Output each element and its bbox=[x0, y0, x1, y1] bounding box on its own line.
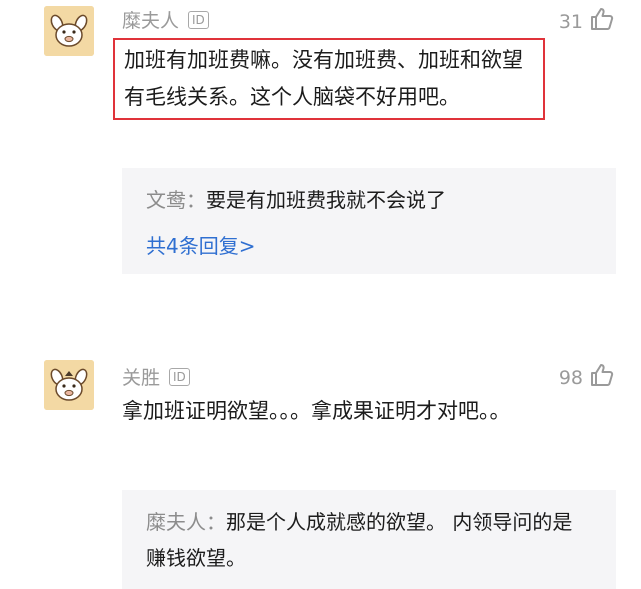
like-count: 31 bbox=[558, 10, 583, 33]
username-label: 糜夫人 bbox=[122, 10, 180, 32]
dog-face-avatar-icon bbox=[44, 6, 94, 56]
avatar[interactable] bbox=[44, 6, 94, 56]
dog-face-avatar-icon bbox=[44, 360, 94, 410]
like-button[interactable]: 98 bbox=[559, 362, 615, 393]
username[interactable]: 关胜 ID bbox=[122, 363, 190, 390]
avatar[interactable] bbox=[44, 360, 94, 410]
more-replies-link[interactable]: 共4条回复> bbox=[146, 232, 592, 260]
like-button[interactable]: 31 bbox=[559, 6, 615, 37]
id-badge: ID bbox=[188, 10, 209, 29]
thumbs-up-icon bbox=[589, 362, 615, 393]
username-label: 关胜 bbox=[122, 367, 161, 389]
username[interactable]: 糜夫人 ID bbox=[122, 6, 209, 33]
id-badge: ID bbox=[169, 367, 190, 386]
comment-text: 拿加班证明欲望。。。拿成果证明才对吧。。 bbox=[122, 399, 511, 423]
thumbs-up-icon bbox=[589, 6, 615, 37]
reply-box[interactable]: 糜夫人：那是个人成就感的欲望。 内领导问的是赚钱欲望。 bbox=[122, 490, 616, 589]
reply-box[interactable]: 文鸯：要是有加班费我就不会说了 共4条回复> bbox=[122, 168, 616, 274]
reply-item: 糜夫人：那是个人成就感的欲望。 内领导问的是赚钱欲望。 bbox=[146, 504, 592, 576]
reply-author[interactable]: 文鸯： bbox=[146, 188, 206, 212]
comment-text: 加班有加班费嘛。没有加班费、加班和欲望有毛线关系。这个人脑袋不好用吧。 bbox=[113, 38, 545, 120]
reply-author[interactable]: 糜夫人： bbox=[146, 510, 226, 534]
reply-item: 文鸯：要是有加班费我就不会说了 bbox=[146, 182, 592, 218]
like-count: 98 bbox=[558, 366, 583, 389]
reply-text: 要是有加班费我就不会说了 bbox=[206, 188, 446, 212]
